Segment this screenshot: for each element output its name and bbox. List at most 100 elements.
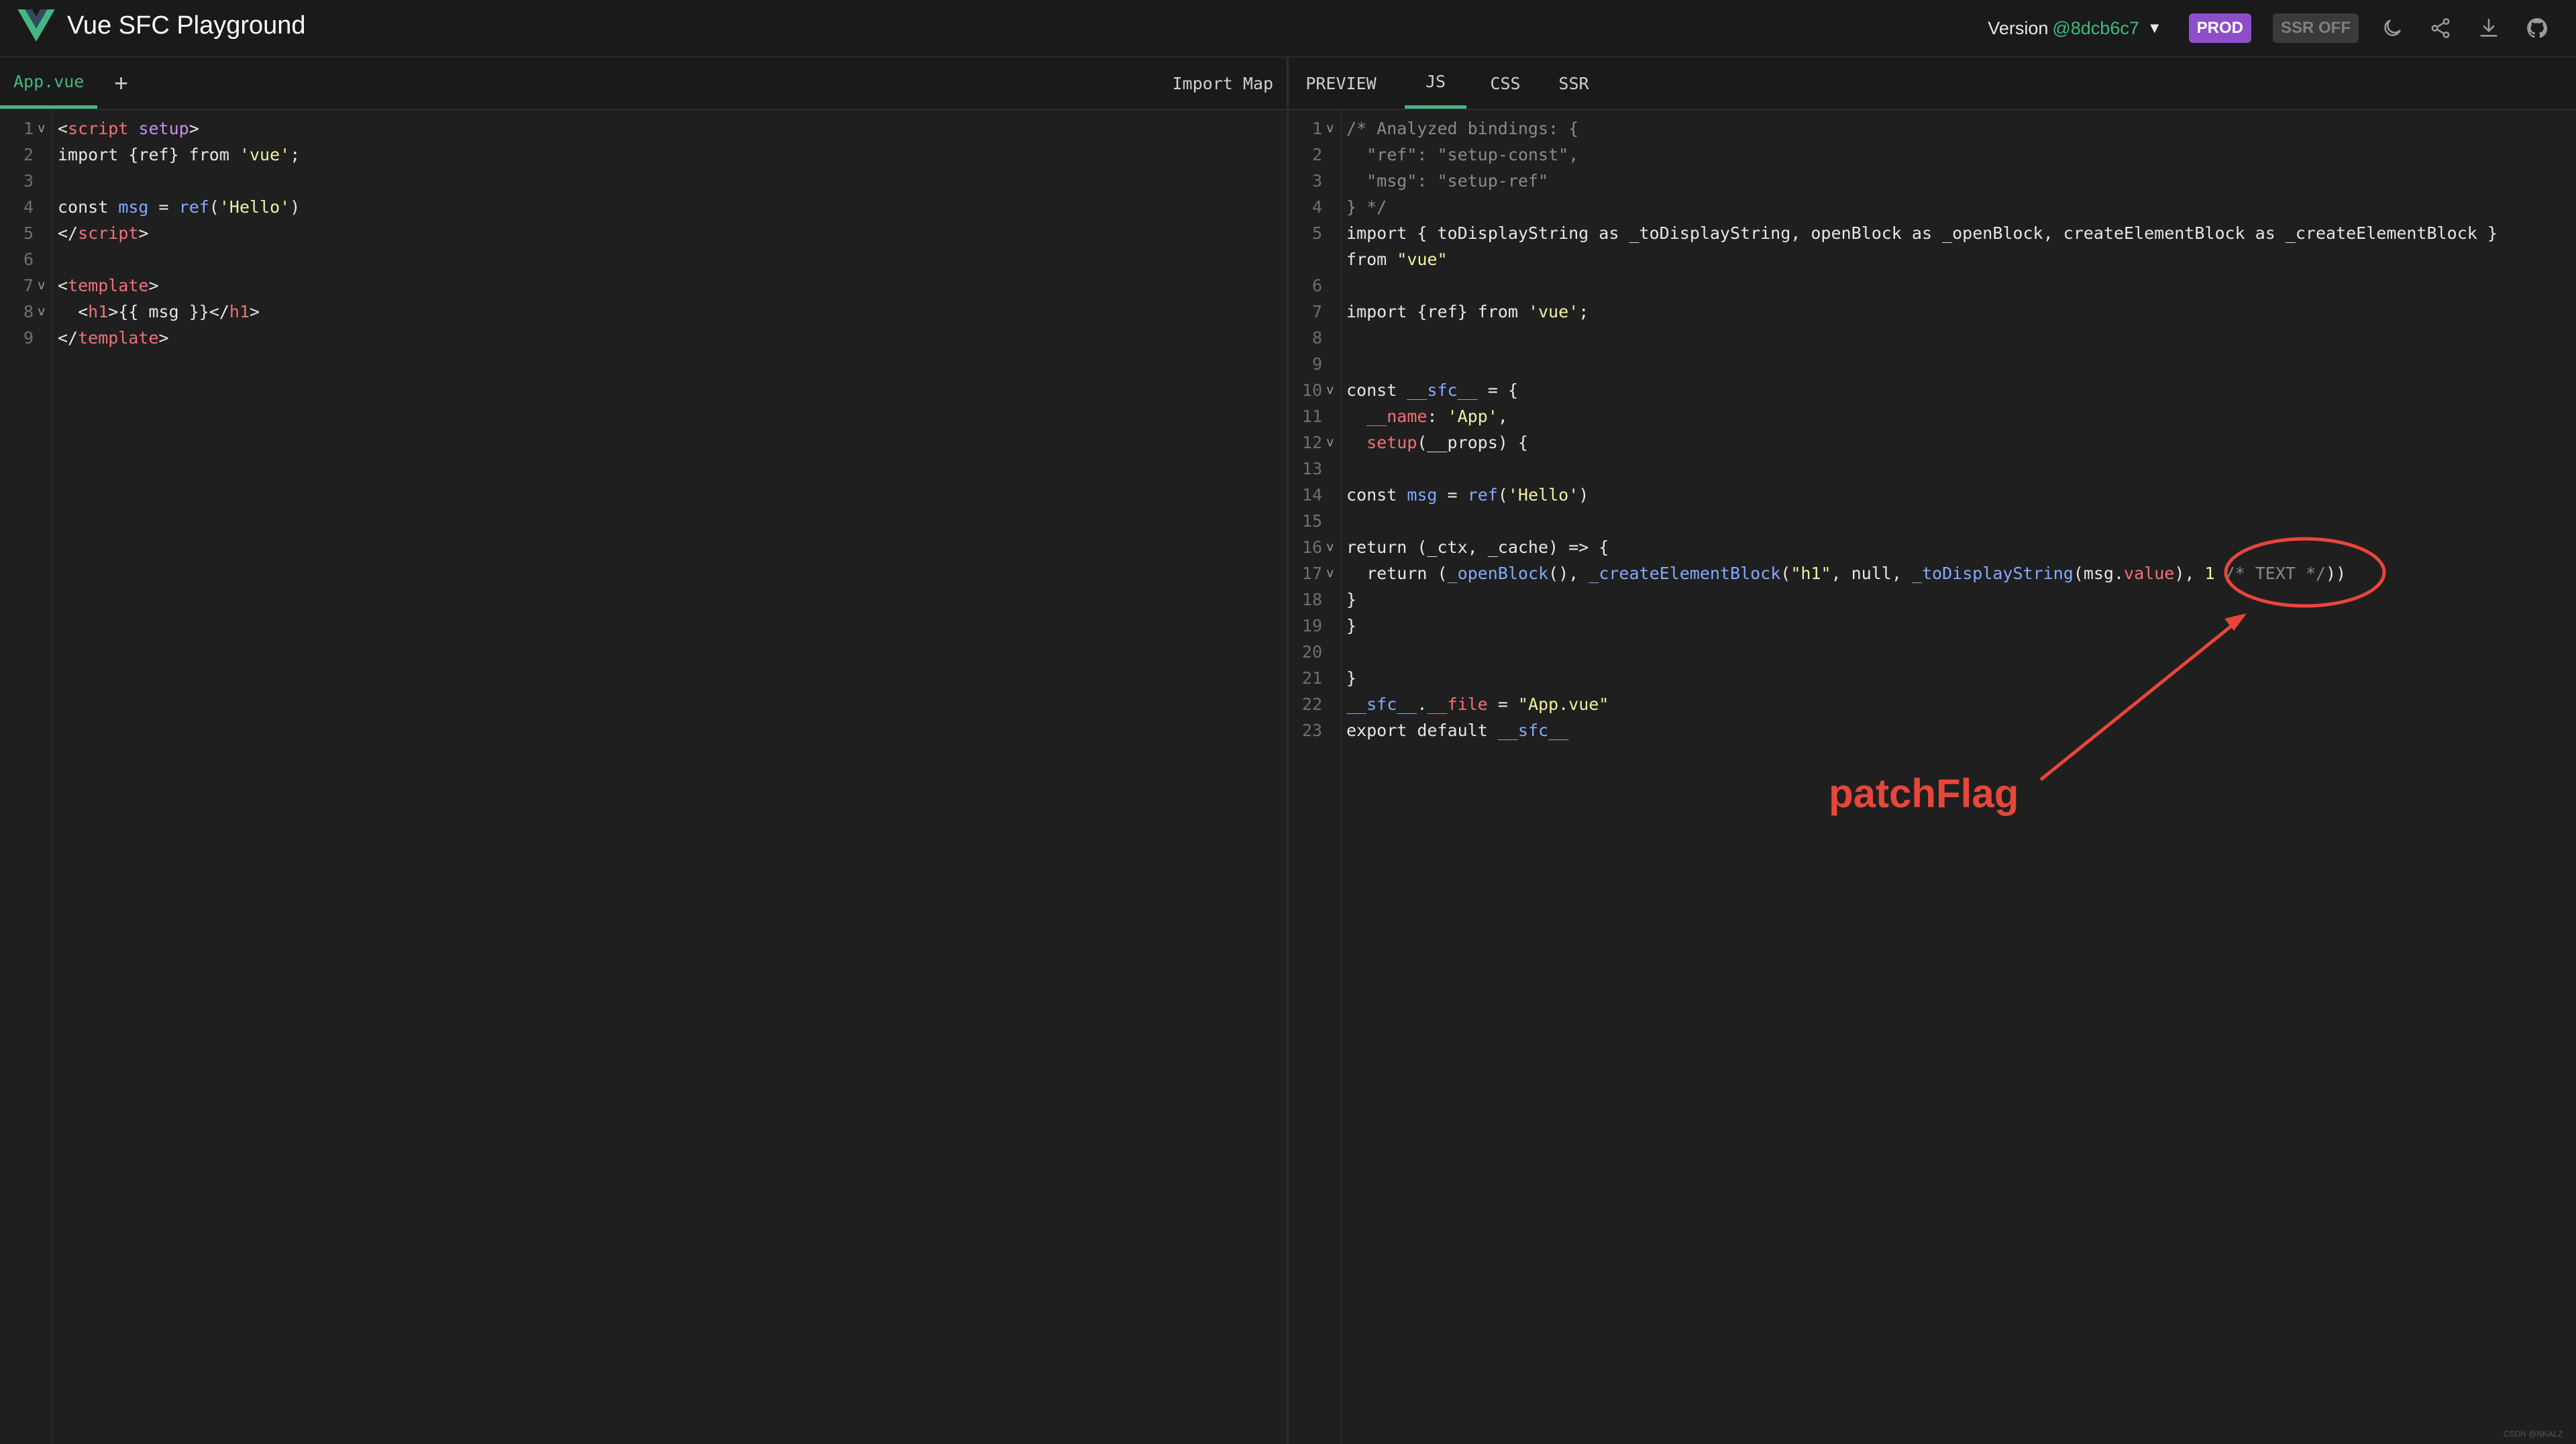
code-line[interactable]: 16 v return (_ctx, _cache) => { xyxy=(1289,534,2576,560)
code-line[interactable]: 2 "ref": "setup-const", xyxy=(1289,142,2576,168)
code-token: = xyxy=(148,197,179,217)
code-token: : xyxy=(1427,407,1448,426)
fold-toggle-icon[interactable]: v xyxy=(38,115,45,142)
code-line[interactable]: 5 import { toDisplayString as _toDisplayS… xyxy=(1289,220,2576,246)
line-number: 3 xyxy=(23,171,34,191)
code-line[interactable]: 5 </script> xyxy=(0,220,1287,246)
file-tab-app-vue[interactable]: App.vue xyxy=(0,58,98,109)
tab-css[interactable]: CSS xyxy=(1482,58,1529,109)
code-token: {ref} xyxy=(118,145,189,164)
code-token: < xyxy=(58,119,68,138)
code-line[interactable]: 7 import {ref} from 'vue'; xyxy=(1289,299,2576,325)
code-line[interactable]: 4 const msg = ref('Hello') xyxy=(0,194,1287,220)
code-line[interactable]: 9 xyxy=(1289,351,2576,377)
code-token: ), xyxy=(2174,564,2205,583)
code-line[interactable]: 20 xyxy=(1289,639,2576,665)
code-token: > xyxy=(158,328,169,348)
code-line[interactable]: 22 __sfc__.__file = "App.vue" xyxy=(1289,691,2576,717)
code-line[interactable]: 6 xyxy=(0,246,1287,272)
code-line[interactable]: 9 </template> xyxy=(0,325,1287,351)
import-map-tab[interactable]: Import Map xyxy=(1172,58,1273,109)
code-token: setup xyxy=(1366,433,1417,452)
code-line[interactable]: 14 const msg = ref('Hello') xyxy=(1289,482,2576,508)
code-text: <script setup> xyxy=(58,115,199,142)
source-editor[interactable]: 1 v <script setup> 2 import {ref} from 'vue'… xyxy=(0,110,1287,1444)
code-line[interactable]: 7 v <template> xyxy=(0,272,1287,299)
code-line[interactable]: 13 xyxy=(1289,456,2576,482)
code-text: </script> xyxy=(58,220,148,246)
code-token: > xyxy=(108,302,119,321)
code-token: ( xyxy=(209,197,219,217)
line-number: 6 xyxy=(1311,276,1322,295)
compiled-code-lines: 1 v/* Analyzed bindings: {2 "ref": "setup… xyxy=(1289,115,2576,743)
fold-toggle-icon[interactable]: v xyxy=(1326,560,1334,586)
code-line[interactable]: 6 xyxy=(1289,272,2576,299)
line-number: 4 xyxy=(23,197,34,217)
code-line[interactable]: 21} xyxy=(1289,665,2576,691)
code-line[interactable]: 12 v setup(__props) { xyxy=(1289,429,2576,456)
line-number: 6 xyxy=(23,250,34,269)
code-token: template xyxy=(78,328,159,348)
line-number: 2 xyxy=(1311,145,1322,164)
fold-toggle-icon[interactable]: v xyxy=(1326,377,1334,403)
code-text: const __sfc__ = { xyxy=(1346,377,1518,403)
code-line[interactable]: 8 xyxy=(1289,325,2576,351)
source-code-lines: 1 v <script setup> 2 import {ref} from 'vue'… xyxy=(0,115,1287,351)
tab-preview[interactable]: PREVIEW xyxy=(1303,58,1379,109)
code-token: </ xyxy=(209,302,229,321)
code-text: <h1>{{ msg }}</h1> xyxy=(58,299,260,325)
fold-toggle-icon[interactable]: v xyxy=(1326,115,1334,142)
fold-toggle-icon[interactable]: v xyxy=(38,299,45,325)
code-token: ( xyxy=(1497,485,1508,505)
ssr-toggle-button[interactable]: SSR OFF xyxy=(2272,13,2359,43)
code-token: import xyxy=(1346,302,1407,321)
fold-toggle-icon[interactable]: v xyxy=(38,272,45,299)
code-token: /* TEXT */ xyxy=(2224,564,2326,583)
code-line[interactable]: 15 xyxy=(1289,508,2576,534)
vue-logo-icon[interactable] xyxy=(17,9,55,42)
code-token: ) xyxy=(290,197,301,217)
code-line[interactable]: 23 export default __sfc__ xyxy=(1289,717,2576,743)
code-token: from xyxy=(1346,250,1387,269)
code-token: _openBlock xyxy=(1447,564,1549,583)
code-line[interactable]: 4} */ xyxy=(1289,194,2576,220)
code-line[interactable]: 2 import {ref} from 'vue'; xyxy=(0,142,1287,168)
code-line[interactable]: 3 "msg": "setup-ref" xyxy=(1289,168,2576,194)
vue-sfc-playground-app: Vue SFC Playground Version @8dcb6c7 ▼ PR… xyxy=(0,0,2576,1444)
code-line[interactable]: 8v <h1>{{ msg }}</h1> xyxy=(0,299,1287,325)
code-token: script xyxy=(68,119,129,138)
tab-ssr[interactable]: SSR xyxy=(1550,58,1597,109)
fold-toggle-icon[interactable]: v xyxy=(1326,429,1334,456)
code-line[interactable]: 19} xyxy=(1289,613,2576,639)
code-line[interactable]: 11 __name: 'App', xyxy=(1289,403,2576,429)
code-token: as xyxy=(2255,223,2275,243)
code-token: _openBlock, createElementBlock xyxy=(1932,223,2255,243)
code-line[interactable]: 1 v /* Analyzed bindings: { xyxy=(1289,115,2576,142)
moon-icon[interactable] xyxy=(2380,16,2404,40)
file-tabbar: App.vue + Import Map xyxy=(0,58,1288,110)
code-line[interactable]: 3 xyxy=(0,168,1287,194)
code-line[interactable]: from "vue" xyxy=(1289,246,2576,272)
tab-js[interactable]: JS xyxy=(1405,58,1466,109)
code-line[interactable]: 17 v return (_openBlock(), _createElement… xyxy=(1289,560,2576,586)
output-tabbar: PREVIEW JS CSS SSR xyxy=(1289,58,2576,110)
line-number: 2 xyxy=(23,145,34,164)
code-line[interactable]: 18} xyxy=(1289,586,2576,613)
github-icon[interactable] xyxy=(2525,16,2549,40)
code-line[interactable]: 10 v const __sfc__ = { xyxy=(1289,377,2576,403)
line-number: 16 xyxy=(1301,537,1322,557)
add-file-button[interactable]: + xyxy=(114,68,128,98)
fold-toggle-icon[interactable]: v xyxy=(1326,534,1334,560)
version-select[interactable]: @8dcb6c7 xyxy=(2052,18,2139,39)
code-token: {{ msg }} xyxy=(118,302,209,321)
download-icon[interactable] xyxy=(2477,16,2501,40)
prod-toggle-button[interactable]: PROD xyxy=(2188,13,2251,43)
chevron-down-icon[interactable]: ▼ xyxy=(2147,19,2162,37)
code-token: return xyxy=(1366,564,1428,583)
code-line[interactable]: 1 v <script setup> xyxy=(0,115,1287,142)
share-icon[interactable] xyxy=(2428,16,2453,40)
